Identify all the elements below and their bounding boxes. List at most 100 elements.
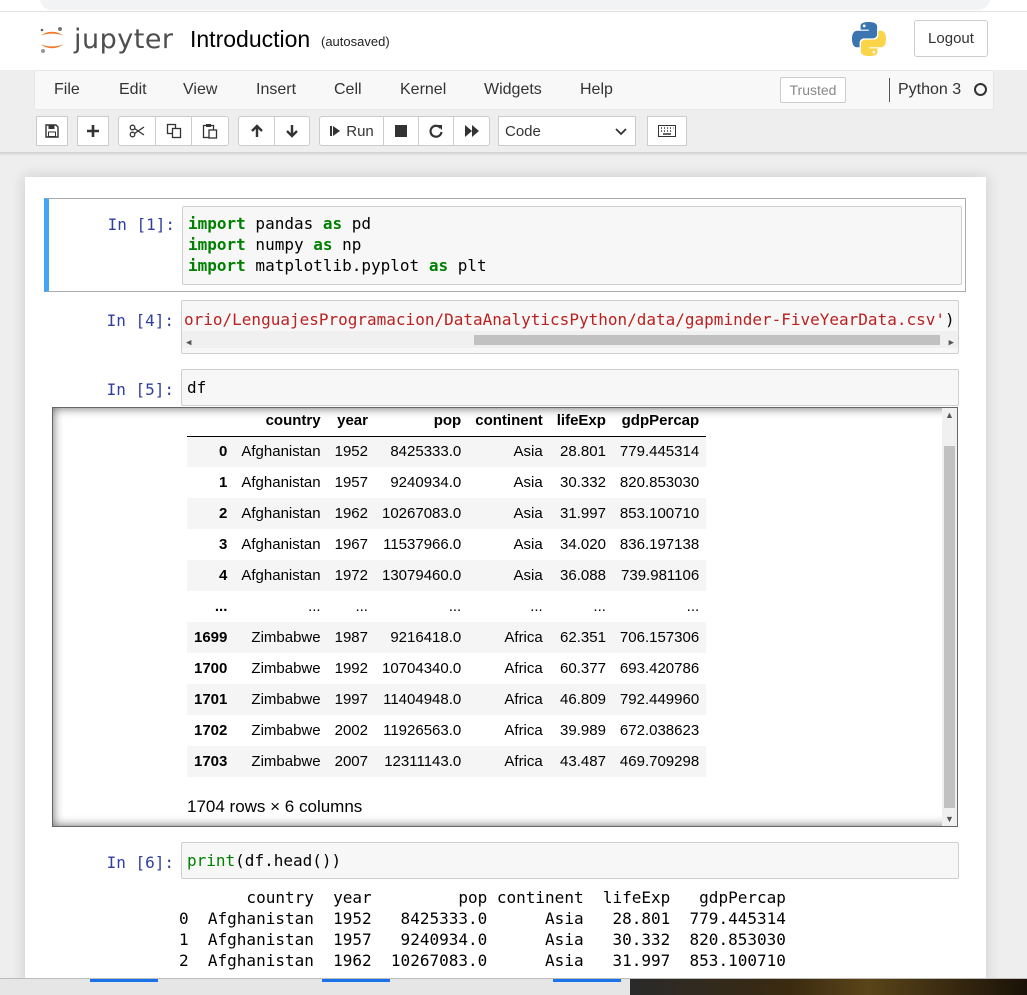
notebook-container[interactable]: In [1]: import pandas as pd import numpy … (25, 177, 986, 995)
scroll-right-icon[interactable]: ▶ (949, 333, 954, 353)
menu-view[interactable]: View (183, 81, 217, 99)
menu-insert[interactable]: Insert (256, 81, 296, 99)
move-up-button[interactable] (238, 116, 275, 146)
table-cell: Asia (513, 443, 543, 461)
table-cell: Africa (504, 629, 543, 646)
menu-widgets[interactable]: Widgets (484, 81, 542, 99)
insert-cell-button[interactable] (77, 116, 109, 146)
copy-button[interactable] (155, 116, 192, 146)
table-cell: 43.487 (560, 753, 606, 770)
code-line: import matplotlib.pyplot as plt (188, 255, 961, 276)
menu-file[interactable]: File (54, 81, 80, 99)
horizontal-scrollbar[interactable]: ◀ ▶ (182, 331, 958, 348)
table-cell: 36.088 (560, 567, 606, 584)
code-input[interactable]: df (181, 369, 959, 406)
table-cell: 2002 (334, 722, 368, 739)
cell-type-select[interactable]: Code (498, 116, 636, 146)
code-input[interactable]: orio/LenguajesProgramacion/DataAnalytics… (181, 300, 959, 354)
column-header: gdpPercap (612, 408, 707, 437)
menu-cell[interactable]: Cell (334, 81, 362, 99)
cut-button[interactable] (118, 116, 156, 146)
save-button[interactable] (36, 116, 68, 146)
table-cell: ... (530, 598, 543, 615)
save-icon (45, 124, 59, 138)
table-cell: 739.981106 (621, 567, 700, 584)
menu-kernel[interactable]: Kernel (400, 81, 446, 99)
print-output: country year pop continent lifeExp gdpPe… (179, 887, 786, 971)
taskbar-indicator (553, 979, 621, 982)
vertical-scrollbar[interactable]: ▲ ▼ (942, 408, 957, 826)
code-input[interactable]: import pandas as pd import numpy as np imp… (182, 206, 962, 285)
scroll-down-icon[interactable]: ▼ (945, 814, 954, 824)
code-cell-1[interactable]: In [1]: import pandas as pd import numpy … (44, 198, 966, 292)
desktop-wallpaper (630, 979, 1027, 995)
table-cell: 11926563.0 (383, 722, 462, 739)
python-logo-icon (852, 22, 886, 56)
table-row: 1701 Zimbabwe 1997 11404948.0 Africa 46.809 79… (187, 684, 707, 715)
scrollbar-thumb[interactable] (474, 335, 940, 345)
code-cell-4[interactable]: In [4]: orio/LenguajesProgramacion/DataA… (44, 297, 966, 357)
table-cell: 13079460.0 (381, 567, 462, 584)
interrupt-button[interactable] (383, 116, 419, 146)
table-cell: 1967 (334, 536, 368, 553)
input-prompt: In [4]: (106, 311, 174, 330)
row-index: 2 (219, 505, 228, 522)
table-cell: Asia (513, 505, 543, 522)
table-cell: Asia (513, 536, 543, 553)
menu-help[interactable]: Help (580, 81, 613, 99)
dataframe-output[interactable]: country year pop continent lifeExp gdpPercap … (52, 407, 958, 827)
run-button[interactable]: Run (319, 116, 384, 146)
menubar: File Edit View Insert Cell Kernel Widget… (34, 70, 994, 110)
table-cell: 9216418.0 (390, 629, 462, 646)
trusted-indicator[interactable]: Trusted (780, 77, 846, 103)
code-token: matplotlib.pyplot (245, 256, 429, 275)
code-token: pd (342, 214, 372, 233)
code-block: print(df.head()) (187, 850, 958, 871)
code-block: import pandas as pd import numpy as np imp… (188, 213, 961, 276)
table-row: 1700 Zimbabwe 1992 10704340.0 Africa 60.377 69… (187, 653, 706, 684)
table-cell: Africa (504, 691, 543, 708)
code-input[interactable]: print(df.head()) (181, 842, 959, 879)
plus-icon (87, 125, 99, 137)
browser-address-strip (0, 0, 1027, 12)
command-palette-button[interactable] (647, 116, 687, 146)
table-cell: 1997 (334, 691, 368, 708)
row-index: 0 (219, 443, 228, 461)
table-cell: Zimbabwe (251, 691, 321, 708)
scroll-left-icon[interactable]: ◀ (186, 333, 191, 353)
table-row: 3 Afghanistan 1967 11537966.0 Asia 34.020 836.… (187, 529, 706, 560)
table-cell: 46.809 (560, 691, 606, 708)
menu-edit[interactable]: Edit (119, 81, 147, 99)
scrollbar-thumb[interactable] (944, 446, 955, 808)
move-down-button[interactable] (274, 116, 310, 146)
restart-run-all-button[interactable] (453, 116, 490, 146)
restart-icon (429, 124, 443, 138)
logout-button[interactable]: Logout (914, 20, 988, 57)
table-cell: Zimbabwe (251, 722, 321, 739)
input-prompt: In [1]: (107, 215, 175, 234)
notebook-title[interactable]: Introduction (190, 26, 310, 53)
input-prompt: In [6]: (106, 853, 174, 872)
table-cell: 1957 (334, 474, 368, 491)
dataframe-table: country year pop continent lifeExp gdpPercap … (187, 408, 707, 777)
scroll-up-icon[interactable]: ▲ (945, 410, 954, 420)
table-cell: Zimbabwe (251, 660, 321, 677)
output-line: 0 Afghanistan 1952 8425333.0 Asia 28.801… (179, 909, 786, 928)
kernel-name[interactable]: Python 3 (898, 81, 961, 99)
table-cell: 1987 (334, 629, 368, 646)
table-row: 4 Afghanistan 1972 13079460.0 Asia 36.088 739.… (187, 560, 707, 591)
code-token: np (332, 235, 362, 254)
jupyter-logo[interactable]: jupyter (38, 24, 174, 55)
code-cell-5[interactable]: In [5]: df (44, 366, 966, 406)
column-header: lifeExp (549, 408, 613, 437)
paste-button[interactable] (191, 116, 229, 146)
column-header: country (234, 408, 328, 437)
restart-button[interactable] (418, 116, 454, 146)
table-cell: 1972 (334, 567, 368, 584)
address-bar[interactable] (40, 0, 990, 10)
row-index: 1703 (194, 753, 228, 770)
arrow-up-icon (250, 124, 263, 137)
keyword-token: import (188, 235, 246, 254)
table-cell: 2007 (334, 753, 368, 770)
code-cell-6[interactable]: In [6]: print(df.head()) (44, 840, 966, 880)
